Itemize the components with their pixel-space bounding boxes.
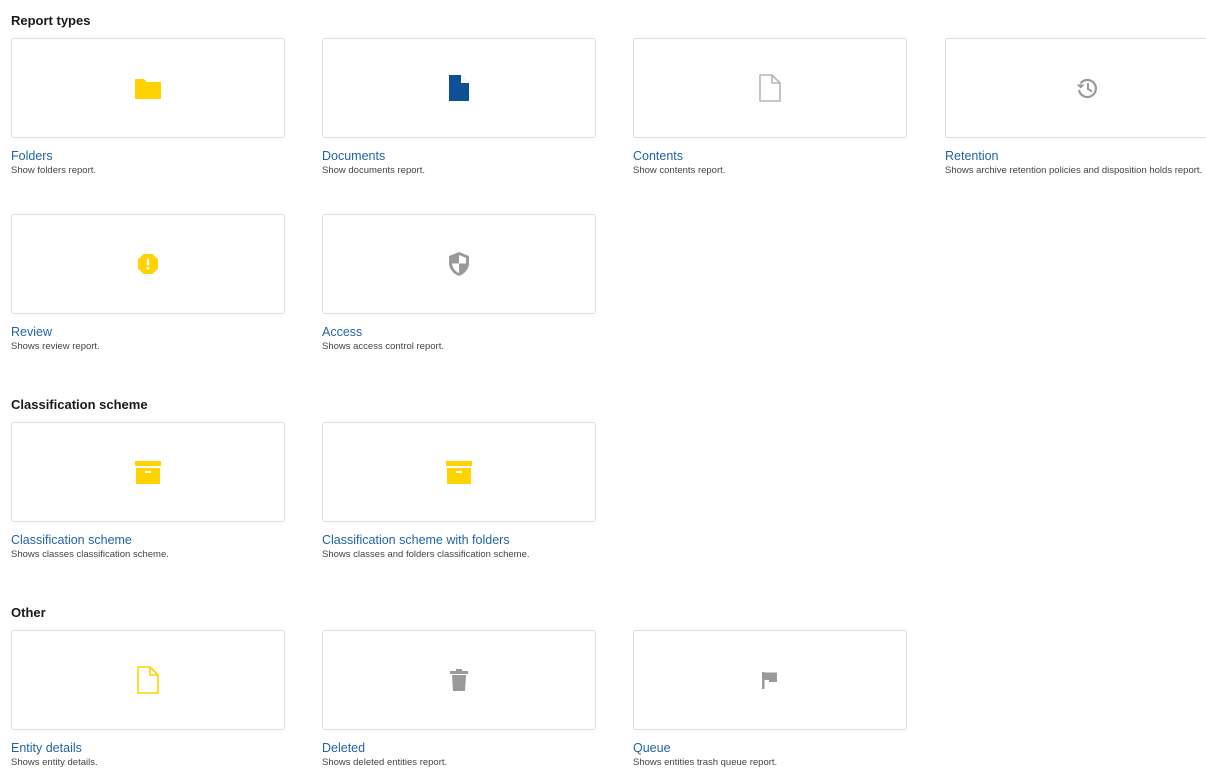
retention-description: Shows archive retention policies and dis… [945, 165, 1203, 176]
folders-card[interactable] [11, 38, 285, 138]
report-tile-folders[interactable]: Folders Show folders report. [11, 38, 285, 176]
access-card[interactable] [322, 214, 596, 314]
retention-link[interactable]: Retention [945, 149, 1206, 163]
documents-card[interactable] [322, 38, 596, 138]
classification-scheme-description: Shows classes classification scheme. [11, 549, 169, 560]
deleted-description: Shows deleted entities report. [322, 757, 448, 768]
queue-description: Shows entities trash queue report. [633, 757, 778, 768]
history-icon [1076, 78, 1097, 99]
section-title-report-types: Report types [11, 13, 91, 28]
classification-scheme-card[interactable] [11, 422, 285, 522]
archive-box-icon [135, 461, 161, 484]
entity-details-link[interactable]: Entity details [11, 741, 285, 755]
report-tile-contents[interactable]: Contents Show contents report. [633, 38, 907, 176]
folders-link[interactable]: Folders [11, 149, 285, 163]
flag-icon [762, 672, 777, 689]
access-description: Shows access control report. [322, 341, 444, 352]
alert-octagon-icon [138, 254, 158, 274]
documents-description: Show documents report. [322, 165, 425, 176]
review-description: Shows review report. [11, 341, 100, 352]
folder-icon [135, 79, 161, 99]
entity-details-card[interactable] [11, 630, 285, 730]
retention-card[interactable] [945, 38, 1206, 138]
document-icon [449, 75, 469, 101]
classification-scheme-with-folders-card[interactable] [322, 422, 596, 522]
report-tile-classification-scheme[interactable]: Classification scheme Shows classes clas… [11, 422, 285, 560]
report-tile-retention[interactable]: Retention Shows archive retention polici… [945, 38, 1206, 176]
classification-scheme-link[interactable]: Classification scheme [11, 533, 285, 547]
queue-card[interactable] [633, 630, 907, 730]
contents-description: Show contents report. [633, 165, 726, 176]
report-tile-review[interactable]: Review Shows review report. [11, 214, 285, 352]
classification-scheme-with-folders-link[interactable]: Classification scheme with folders [322, 533, 596, 547]
contents-card[interactable] [633, 38, 907, 138]
shield-icon [449, 252, 469, 276]
report-tile-access[interactable]: Access Shows access control report. [322, 214, 596, 352]
deleted-link[interactable]: Deleted [322, 741, 596, 755]
section-title-classification-scheme: Classification scheme [11, 397, 148, 412]
section-title-other: Other [11, 605, 46, 620]
report-tile-classification-scheme-with-folders[interactable]: Classification scheme with folders Shows… [322, 422, 596, 560]
trash-icon [450, 669, 468, 691]
review-link[interactable]: Review [11, 325, 285, 339]
report-tile-deleted[interactable]: Deleted Shows deleted entities report. [322, 630, 596, 768]
contents-link[interactable]: Contents [633, 149, 907, 163]
report-tile-entity-details[interactable]: Entity details Shows entity details. [11, 630, 285, 768]
report-tile-documents[interactable]: Documents Show documents report. [322, 38, 596, 176]
file-outline-icon [137, 666, 159, 694]
deleted-card[interactable] [322, 630, 596, 730]
report-tile-queue[interactable]: Queue Shows entities trash queue report. [633, 630, 907, 768]
review-card[interactable] [11, 214, 285, 314]
folders-description: Show folders report. [11, 165, 97, 176]
classification-scheme-with-folders-description: Shows classes and folders classification… [322, 549, 530, 560]
queue-link[interactable]: Queue [633, 741, 907, 755]
entity-details-description: Shows entity details. [11, 757, 98, 768]
documents-link[interactable]: Documents [322, 149, 596, 163]
archive-box-icon [446, 461, 472, 484]
file-outline-icon [759, 74, 781, 102]
access-link[interactable]: Access [322, 325, 596, 339]
